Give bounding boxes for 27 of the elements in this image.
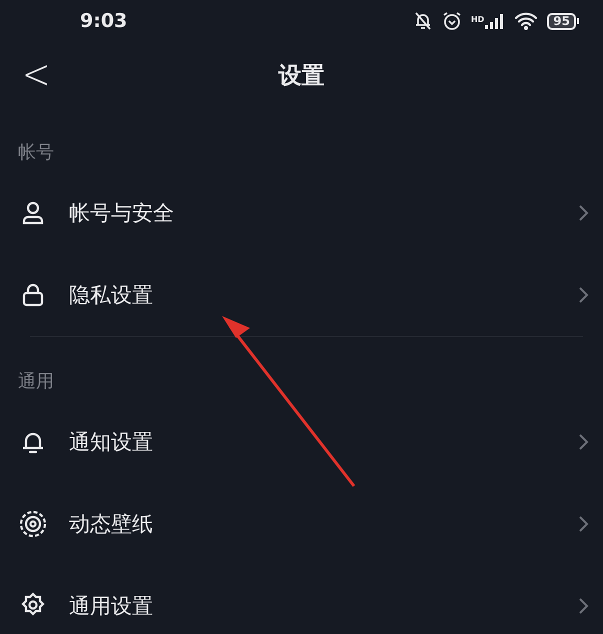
row-label: 帐号与安全 — [69, 200, 174, 227]
row-label: 通知设置 — [69, 429, 153, 456]
section-header: 通用 — [17, 370, 55, 394]
battery-indicator: 95 — [547, 12, 579, 30]
settings-row[interactable]: 帐号与安全 — [0, 172, 603, 254]
muted-bell-icon — [412, 11, 433, 31]
chevron-right-icon — [577, 597, 589, 615]
chevron-right-icon — [577, 515, 589, 533]
network-type-label: HD — [470, 15, 484, 24]
section-header: 帐号 — [17, 141, 55, 165]
back-button[interactable]: < — [16, 51, 56, 99]
settings-row[interactable]: 通知设置 — [0, 401, 603, 483]
settings-row[interactable]: 隐私设置 — [0, 254, 603, 336]
status-time: 9:03 — [80, 10, 128, 32]
chevron-right-icon — [577, 286, 589, 304]
alarm-clock-icon — [442, 11, 462, 31]
row-label: 隐私设置 — [69, 282, 153, 309]
row-label: 动态壁纸 — [69, 511, 153, 538]
chevron-right-icon — [577, 433, 589, 451]
page-title: 设置 — [278, 62, 324, 90]
settings-row[interactable]: 动态壁纸 — [0, 483, 603, 565]
chevron-right-icon — [577, 204, 589, 222]
wifi-icon — [514, 12, 538, 30]
row-label: 通用设置 — [69, 593, 153, 620]
target-icon — [19, 510, 47, 538]
settings-row[interactable]: 通用设置 — [0, 565, 603, 634]
signal-icon — [485, 13, 506, 29]
